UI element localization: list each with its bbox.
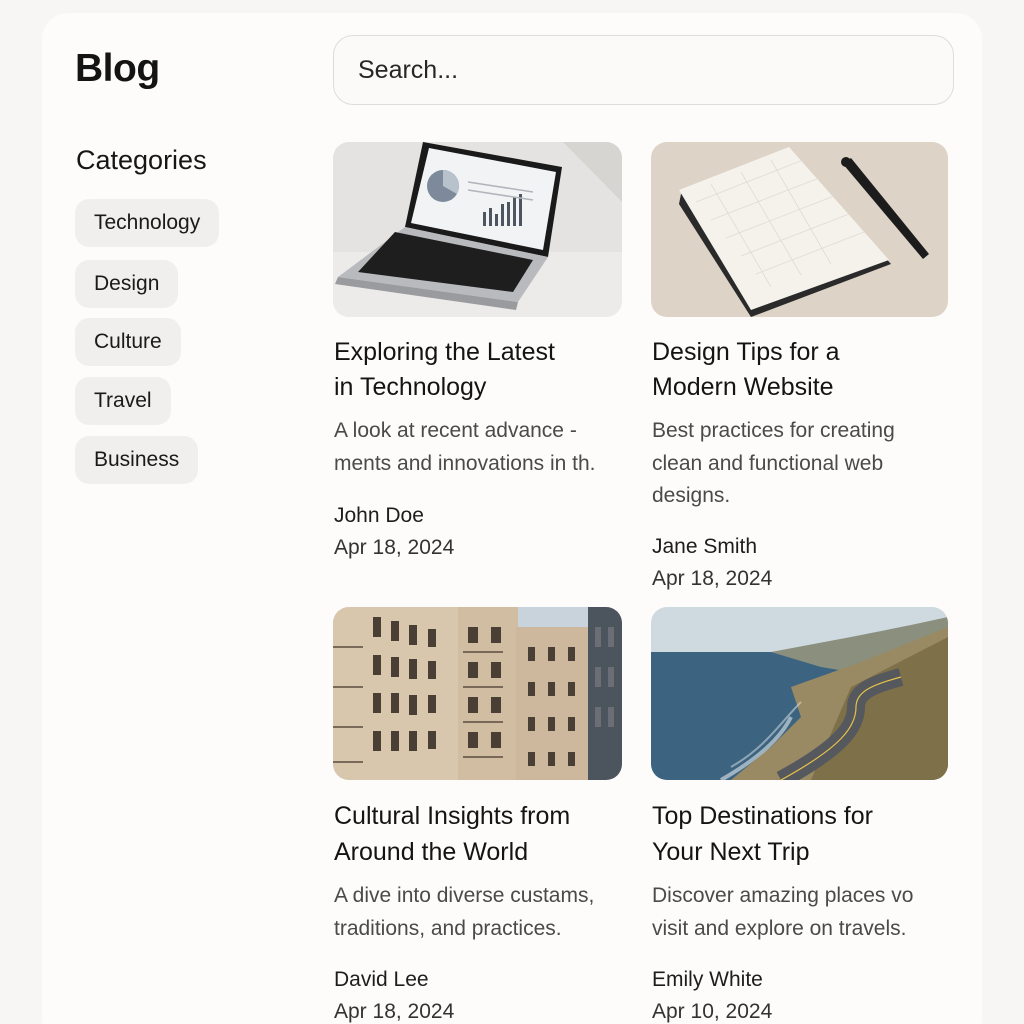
laptop-image: [333, 142, 622, 317]
coast-image: [651, 607, 948, 780]
post-description-line: visit and explore on travels.: [652, 917, 907, 940]
post-description-line: traditions, and practices.: [334, 917, 562, 940]
post-title-line[interactable]: Around the World: [334, 835, 634, 870]
post-title-line[interactable]: Your Next Trip: [652, 835, 952, 870]
buildings-image: [333, 607, 622, 780]
category-design[interactable]: Design: [75, 260, 179, 308]
post-thumbnail[interactable]: [333, 142, 622, 317]
post-title-line[interactable]: Top Destinations for: [652, 799, 952, 834]
post-description-line: A dive into diverse custams,: [334, 884, 595, 907]
search-input[interactable]: [358, 55, 953, 85]
search-box[interactable]: [333, 35, 954, 105]
post-title-line[interactable]: Cultural Insights from: [334, 799, 634, 834]
post-description-line: designs.: [652, 484, 731, 507]
post-title-line[interactable]: Exploring the Latest: [334, 335, 634, 370]
category-technology[interactable]: Technology: [75, 199, 220, 247]
post-date: Apr 10, 2024: [652, 1000, 773, 1023]
post-title-line[interactable]: Design Tips for a: [652, 335, 952, 370]
post-date: Apr 18, 2024: [334, 1000, 455, 1023]
category-travel[interactable]: Travel: [75, 377, 171, 425]
post-description-line: clean and functional web: [652, 452, 884, 475]
post-thumbnail[interactable]: [651, 142, 948, 317]
category-culture[interactable]: Culture: [75, 318, 181, 366]
post-description-line: Best practices for creating: [652, 419, 895, 442]
post-author: John Doe: [334, 504, 424, 527]
post-thumbnail[interactable]: [333, 607, 622, 780]
post-date: Apr 18, 2024: [652, 567, 773, 590]
post-date: Apr 18, 2024: [334, 536, 455, 559]
post-description-line: A look at recent advance -: [334, 419, 577, 442]
post-description-line: ments and innovations in th.: [334, 452, 596, 475]
post-author: Jane Smith: [652, 535, 758, 558]
post-author: Emily White: [652, 968, 763, 991]
notebook-image: [651, 142, 948, 317]
post-title-line[interactable]: in Technology: [334, 370, 634, 405]
page-title: Blog: [75, 47, 160, 90]
post-thumbnail[interactable]: [651, 607, 948, 780]
post-description-line: Discover amazing places vo: [652, 884, 914, 907]
categories-heading: Categories: [76, 145, 207, 175]
category-business[interactable]: Business: [75, 436, 199, 484]
post-title-line[interactable]: Modern Website: [652, 370, 952, 405]
post-author: David Lee: [334, 968, 429, 991]
